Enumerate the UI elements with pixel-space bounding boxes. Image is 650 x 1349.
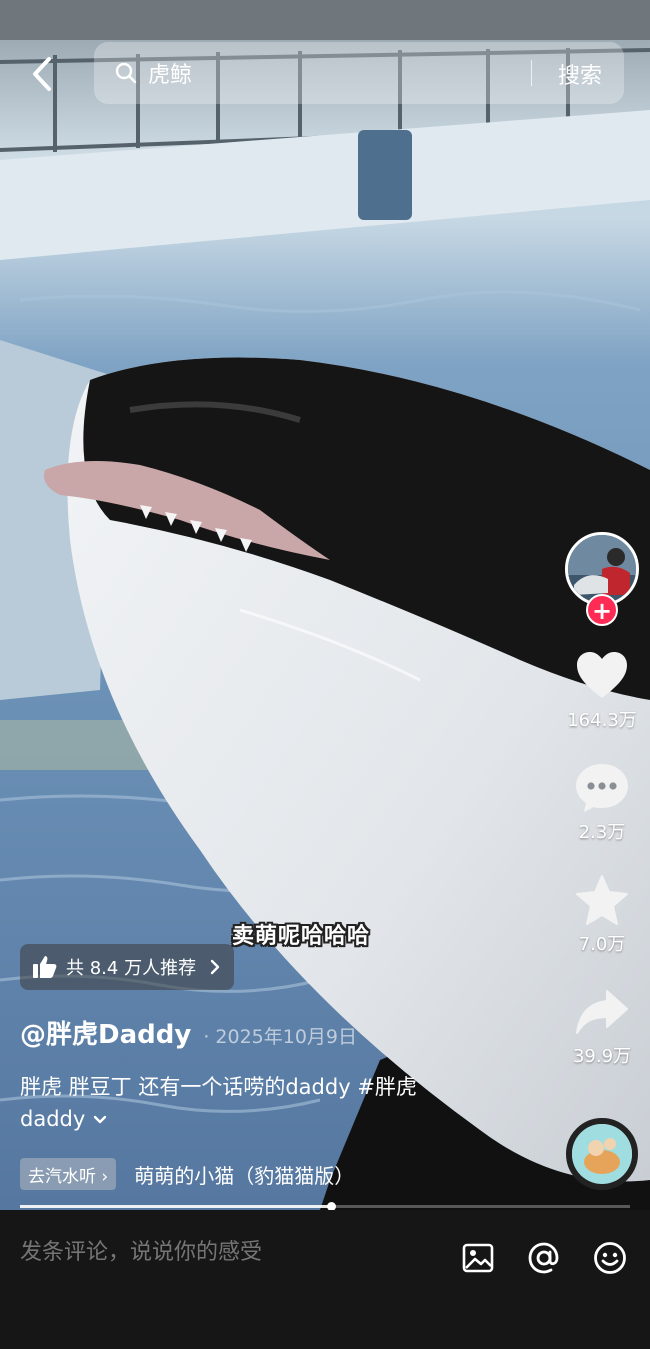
top-search-bar: 虎鲸 搜索	[0, 40, 650, 110]
bottom-comment-bar	[0, 1210, 650, 1349]
music-line: 去汽水听 › 萌萌的小猫（豹猫猫版）	[20, 1158, 354, 1190]
search-query-text[interactable]: 虎鲸	[148, 57, 192, 89]
search-button[interactable]: 搜索	[558, 58, 602, 90]
recommend-label: 共 8.4 万人推荐	[66, 958, 197, 979]
music-cover-image	[572, 1124, 632, 1184]
share-button[interactable]: 39.9万	[562, 984, 642, 1068]
video-description[interactable]: 胖虎 胖豆丁 还有一个话唠的daddy #胖虎daddy	[20, 1071, 480, 1135]
author-line: @胖虎Daddy · 2025年10月9日	[20, 1014, 357, 1051]
favorite-count: 7.0万	[578, 934, 626, 955]
comment-input[interactable]	[20, 1240, 420, 1265]
image-icon	[462, 1243, 494, 1273]
search-divider	[531, 60, 532, 86]
video-player-screen: 虎鲸 搜索 卖萌呢哈哈哈 + 164.3万 2.3万 7.0万 39.9万 共 …	[0, 0, 650, 1349]
image-button[interactable]	[460, 1240, 496, 1276]
comment-button[interactable]: 2.3万	[562, 760, 642, 844]
recommend-pill[interactable]: 共 8.4 万人推荐	[20, 944, 235, 990]
share-count: 39.9万	[572, 1046, 632, 1067]
music-disc[interactable]	[566, 1118, 638, 1190]
heart-icon	[577, 652, 627, 698]
follow-button[interactable]: +	[586, 594, 618, 626]
comment-count: 2.3万	[578, 822, 626, 843]
music-title[interactable]: 萌萌的小猫（豹猫猫版）	[134, 1160, 354, 1189]
video-progress-bar[interactable]	[20, 1202, 630, 1211]
comment-bubble-icon	[576, 764, 628, 812]
post-date: · 2025年10月9日	[203, 1026, 358, 1048]
listen-in-qishui-button[interactable]: 去汽水听 ›	[20, 1158, 117, 1190]
like-count: 164.3万	[567, 710, 637, 731]
author-name[interactable]: @胖虎Daddy	[20, 1014, 191, 1051]
side-action-column: + 164.3万 2.3万 7.0万 39.9万	[562, 532, 642, 1068]
chevron-down-icon	[93, 1115, 107, 1124]
video-progress-fill	[20, 1205, 332, 1208]
search-box[interactable]: 虎鲸 搜索	[94, 42, 624, 104]
back-arrow-icon	[33, 57, 51, 91]
smiley-icon	[594, 1242, 626, 1274]
at-sign-icon	[528, 1242, 559, 1274]
expand-description-button[interactable]	[92, 1114, 108, 1126]
search-icon	[114, 60, 140, 86]
star-icon	[576, 875, 628, 925]
description-text: 胖虎 胖豆丁 还有一个话唠的daddy	[20, 1075, 358, 1099]
chevron-right-icon	[210, 959, 220, 975]
author-avatar-container: +	[562, 532, 642, 626]
favorite-button[interactable]: 7.0万	[562, 872, 642, 956]
emoji-button[interactable]	[592, 1240, 628, 1276]
mention-button[interactable]	[526, 1240, 562, 1276]
like-button[interactable]: 164.3万	[562, 648, 642, 732]
back-button[interactable]	[22, 54, 62, 94]
thumbs-up-icon	[32, 955, 58, 979]
share-arrow-icon	[576, 990, 628, 1034]
video-caption-overlay: 卖萌呢哈哈哈	[232, 924, 371, 949]
